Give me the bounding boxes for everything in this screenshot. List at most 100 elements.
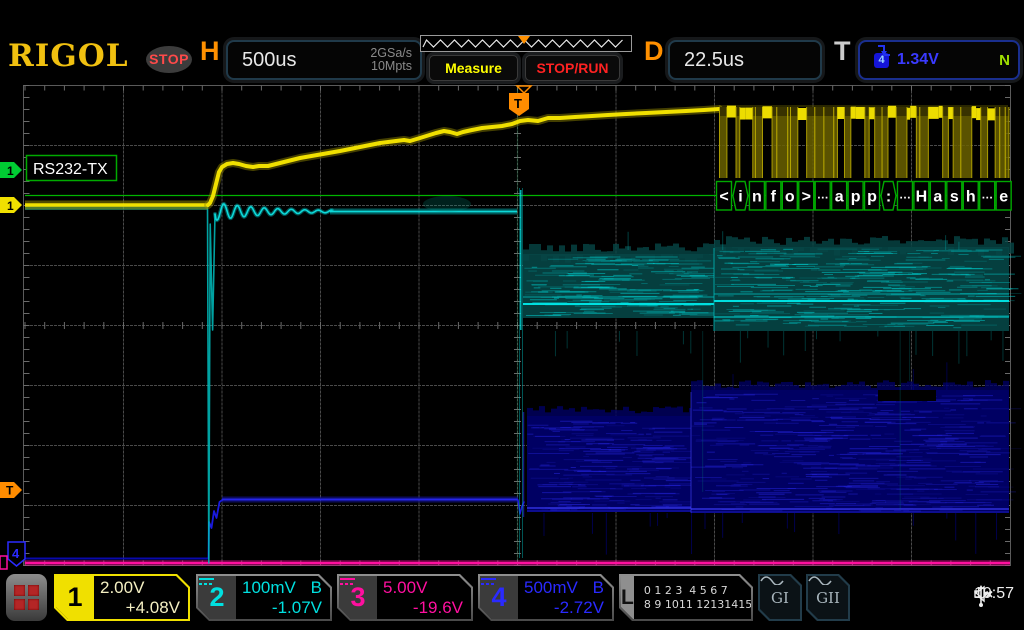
- dc-coupling-icon: [198, 576, 215, 587]
- ch4-offset: -2.72V: [524, 598, 604, 618]
- delay-menu-button[interactable]: D: [644, 36, 664, 67]
- ch4-bandwidth: B: [593, 578, 604, 598]
- ch2-scale: 100mV: [242, 578, 296, 598]
- decode-char-box: H: [914, 182, 929, 211]
- svg-text:h: h: [966, 189, 976, 206]
- timebase-box[interactable]: 500us 2GSa/s 10Mpts: [226, 40, 422, 80]
- timebase-value: 500us: [228, 49, 297, 72]
- oscilloscope-screen: RS232-TX 1 1 T 4 T <info>…app:…Hash…e: [0, 0, 1024, 630]
- svg-text:a: a: [835, 189, 844, 206]
- svg-text:T: T: [6, 484, 14, 498]
- svg-text:…: …: [981, 188, 993, 202]
- decode-bus-marker[interactable]: 1: [0, 162, 22, 178]
- menu-button[interactable]: [6, 574, 47, 621]
- dc-coupling-icon: [56, 576, 73, 587]
- generator-2-button[interactable]: GII: [806, 574, 850, 621]
- header-bar: RIGOL STOP H 500us 2GSa/s 10Mpts Measure…: [0, 30, 1024, 83]
- decode-char-box: p: [848, 182, 863, 211]
- svg-text:<: <: [719, 189, 728, 206]
- decode-char-box: …: [815, 182, 830, 211]
- svg-text:1: 1: [7, 164, 14, 178]
- trigger-level-value: 1.34V: [897, 51, 939, 69]
- ch1-offset: +4.08V: [100, 598, 180, 618]
- trigger-box[interactable]: 4 1.34V N: [858, 40, 1020, 80]
- ch3-scale: 5.00V: [383, 578, 427, 598]
- ch1-scale: 2.00V: [100, 578, 144, 598]
- svg-text:f: f: [771, 189, 777, 206]
- channel-4-chip[interactable]: 4 500mV B -2.72V: [478, 574, 614, 621]
- svg-text:p: p: [867, 189, 877, 206]
- delay-value: 22.5us: [670, 49, 744, 72]
- trigger-mode: N: [999, 52, 1018, 69]
- decode-char-box: a: [832, 182, 847, 211]
- svg-text:s: s: [950, 189, 959, 206]
- generator-1-button[interactable]: GI: [758, 574, 802, 621]
- waveform-display: RS232-TX 1 1 T 4 T <info>…app:…Hash…e: [0, 0, 1024, 630]
- bottom-bar: 1 2.00V +4.08V 2 100mV: [0, 571, 1024, 630]
- decode-char-box: >: [799, 182, 814, 211]
- ch2-bandwidth: B: [311, 578, 322, 598]
- ch4-position-marker[interactable]: 4: [0, 542, 25, 569]
- decode-bus-label[interactable]: RS232-TX: [27, 156, 117, 181]
- svg-text:…: …: [817, 188, 829, 202]
- logic-channels-chip[interactable]: L 0 1 2 3 4 5 6 7 8 9 1011 12131415: [619, 574, 753, 621]
- horizontal-position-preview[interactable]: [420, 35, 632, 52]
- decode-char-box: n: [749, 182, 764, 211]
- svg-text:e: e: [999, 189, 1008, 206]
- dc-coupling-icon: [339, 576, 356, 587]
- ch4-scale: 500mV: [524, 578, 578, 598]
- decode-char-box: :: [881, 182, 896, 211]
- svg-text:1: 1: [7, 199, 14, 213]
- logic-label: L: [621, 576, 634, 619]
- gen1-label: GI: [771, 590, 789, 606]
- brand-logo: RIGOL: [8, 38, 129, 74]
- channel-2-chip[interactable]: 2 100mV B -1.07V: [196, 574, 332, 621]
- ch3-offset: -19.6V: [383, 598, 463, 618]
- svg-text:…: …: [899, 188, 911, 202]
- trigger-level-marker[interactable]: T: [0, 482, 22, 498]
- logic-row1: 0 1 2 3 4 5 6 7: [644, 584, 752, 598]
- svg-text:a: a: [933, 189, 942, 206]
- ch1-position-marker[interactable]: 1: [0, 197, 22, 213]
- stop-run-button[interactable]: STOP/RUN: [525, 55, 620, 81]
- acquisition-state-badge: STOP: [146, 46, 192, 73]
- trigger-menu-button[interactable]: T: [834, 36, 851, 67]
- svg-text:n: n: [752, 189, 762, 206]
- svg-text::: :: [886, 189, 891, 206]
- sine-wave-icon: [808, 576, 832, 585]
- svg-text:i: i: [738, 189, 742, 206]
- speaker-muted-icon[interactable]: [974, 585, 994, 603]
- svg-text:H: H: [916, 189, 928, 206]
- gen2-label: GII: [816, 590, 840, 606]
- svg-text:RS232-TX: RS232-TX: [33, 161, 108, 178]
- ch2-offset: -1.07V: [242, 598, 322, 618]
- trigger-position-marker[interactable]: T: [509, 86, 531, 116]
- svg-text:T: T: [514, 96, 522, 111]
- decode-char-box: i: [733, 182, 748, 211]
- dc-coupling-icon: [480, 576, 497, 587]
- measure-button[interactable]: Measure: [429, 55, 518, 81]
- decode-char-box: …: [980, 182, 995, 211]
- decode-char-box: s: [947, 182, 962, 211]
- logic-row2: 8 9 1011 12131415: [644, 598, 752, 612]
- svg-text:o: o: [785, 189, 795, 206]
- decode-char-box: …: [897, 182, 912, 211]
- falling-edge-icon: [876, 42, 894, 60]
- sample-rate: 2GSa/s: [370, 46, 412, 60]
- svg-text:p: p: [851, 189, 861, 206]
- decode-char-box: e: [996, 182, 1011, 211]
- channel-1-chip[interactable]: 1 2.00V +4.08V: [54, 574, 190, 621]
- channel-3-chip[interactable]: 3 5.00V -19.6V: [337, 574, 473, 621]
- decode-char-box: p: [865, 182, 880, 211]
- svg-text:>: >: [802, 189, 811, 206]
- decode-char-box: o: [782, 182, 797, 211]
- status-bar: MSO5074 Wed April 22 19:58:30 2020: [0, 0, 1024, 30]
- ch3-position-marker-clipped: [0, 556, 7, 569]
- horizontal-menu-button[interactable]: H: [200, 36, 220, 67]
- delay-box[interactable]: 22.5us: [668, 40, 822, 80]
- memory-depth: 10Mpts: [371, 59, 412, 73]
- decode-char-box: <: [717, 182, 732, 211]
- decode-char-box: a: [930, 182, 945, 211]
- menu-grid-icon: [14, 585, 39, 610]
- svg-text:4: 4: [12, 546, 20, 561]
